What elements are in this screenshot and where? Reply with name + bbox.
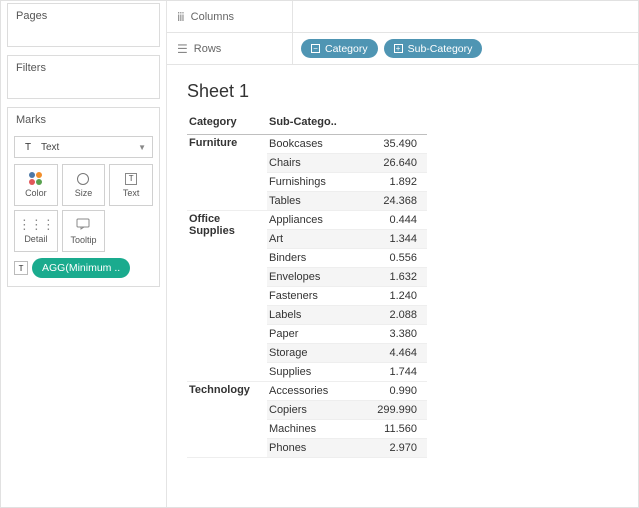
agg-pill[interactable]: AGG(Minimum ..	[32, 258, 130, 278]
columns-icon: ⅲ	[177, 10, 185, 24]
size-button[interactable]: Size	[62, 164, 106, 206]
marks-panel: Marks T Text ▼ Color Size	[7, 107, 160, 287]
sheet-title[interactable]: Sheet 1	[187, 81, 618, 102]
columns-dropzone[interactable]	[293, 1, 638, 32]
table-row[interactable]: TechnologyAccessories0.990	[187, 382, 427, 401]
cell-value[interactable]: 26.640	[367, 154, 427, 173]
rows-shelf[interactable]: ☰ Rows − Category + Sub-Category	[167, 33, 638, 65]
cell-subcategory[interactable]: Fasteners	[267, 287, 367, 306]
columns-label: Columns	[191, 11, 234, 23]
columns-shelf[interactable]: ⅲ Columns	[167, 1, 638, 33]
main-area: ⅲ Columns ☰ Rows − Category + Sub-Catego…	[167, 1, 638, 507]
cell-value[interactable]: 4.464	[367, 344, 427, 363]
detail-icon: ⋮⋮⋮	[18, 218, 54, 231]
cell-subcategory[interactable]: Labels	[267, 306, 367, 325]
cell-value[interactable]: 1.744	[367, 363, 427, 382]
cell-subcategory[interactable]: Machines	[267, 420, 367, 439]
cell-category[interactable]: Technology	[187, 382, 267, 458]
cell-subcategory[interactable]: Furnishings	[267, 173, 367, 192]
rows-icon: ☰	[177, 42, 188, 56]
row-pill-category-label: Category	[325, 43, 368, 55]
cell-subcategory[interactable]: Envelopes	[267, 268, 367, 287]
cell-value[interactable]: 11.560	[367, 420, 427, 439]
row-pill-subcategory-label: Sub-Category	[408, 43, 473, 55]
text-label: Text	[123, 188, 140, 198]
table-row[interactable]: FurnitureBookcases35.490	[187, 135, 427, 154]
row-pill-category[interactable]: − Category	[301, 39, 378, 58]
table-row[interactable]: OfficeSuppliesAppliances0.444	[187, 211, 427, 230]
cell-subcategory[interactable]: Paper	[267, 325, 367, 344]
agg-pill-label: AGG(Minimum ..	[42, 262, 120, 274]
cell-value[interactable]: 1.632	[367, 268, 427, 287]
tooltip-button[interactable]: Tooltip	[62, 210, 106, 252]
cell-value[interactable]: 2.088	[367, 306, 427, 325]
tooltip-label: Tooltip	[70, 235, 96, 245]
mark-type-select[interactable]: T Text ▼	[14, 136, 153, 158]
filters-panel[interactable]: Filters	[7, 55, 160, 99]
header-category[interactable]: Category	[187, 114, 267, 135]
cell-subcategory[interactable]: Art	[267, 230, 367, 249]
size-circle-icon	[77, 173, 89, 185]
color-label: Color	[25, 188, 47, 198]
text-box-icon: T	[125, 173, 137, 185]
minus-box-icon: −	[311, 44, 320, 53]
cell-category[interactable]: Furniture	[187, 135, 267, 211]
cell-value[interactable]: 24.368	[367, 192, 427, 211]
cell-value[interactable]: 0.444	[367, 211, 427, 230]
cell-subcategory[interactable]: Tables	[267, 192, 367, 211]
color-button[interactable]: Color	[14, 164, 58, 206]
cell-value[interactable]: 299.990	[367, 401, 427, 420]
header-subcategory[interactable]: Sub-Catego..	[267, 114, 367, 135]
size-label: Size	[75, 188, 93, 198]
plus-box-icon: +	[394, 44, 403, 53]
pages-label: Pages	[8, 4, 159, 46]
pages-panel[interactable]: Pages	[7, 3, 160, 47]
cell-subcategory[interactable]: Copiers	[267, 401, 367, 420]
cell-category[interactable]: OfficeSupplies	[187, 211, 267, 382]
cell-value[interactable]: 1.892	[367, 173, 427, 192]
cell-subcategory[interactable]: Appliances	[267, 211, 367, 230]
sheet-view: Sheet 1 Category Sub-Catego.. FurnitureB…	[167, 65, 638, 507]
cell-value[interactable]: 3.380	[367, 325, 427, 344]
color-dots-icon	[29, 172, 42, 185]
cell-subcategory[interactable]: Binders	[267, 249, 367, 268]
cell-value[interactable]: 1.344	[367, 230, 427, 249]
text-button[interactable]: T Text	[109, 164, 153, 206]
cell-value[interactable]: 0.990	[367, 382, 427, 401]
cell-value[interactable]: 35.490	[367, 135, 427, 154]
text-type-icon: T	[21, 142, 35, 153]
marks-label: Marks	[8, 108, 159, 132]
cell-subcategory[interactable]: Supplies	[267, 363, 367, 382]
detail-label: Detail	[24, 234, 47, 244]
row-pill-subcategory[interactable]: + Sub-Category	[384, 39, 483, 58]
tooltip-icon	[76, 218, 90, 232]
rows-dropzone[interactable]: − Category + Sub-Category	[293, 33, 638, 64]
cell-value[interactable]: 2.970	[367, 439, 427, 458]
detail-button[interactable]: ⋮⋮⋮ Detail	[14, 210, 58, 252]
cell-value[interactable]: 0.556	[367, 249, 427, 268]
data-table: Category Sub-Catego.. FurnitureBookcases…	[187, 114, 427, 458]
mark-type-label: Text	[41, 142, 59, 153]
filters-label: Filters	[8, 56, 159, 98]
cell-subcategory[interactable]: Accessories	[267, 382, 367, 401]
chevron-down-icon: ▼	[138, 143, 146, 152]
header-value	[367, 114, 427, 135]
cell-subcategory[interactable]: Bookcases	[267, 135, 367, 154]
cell-subcategory[interactable]: Storage	[267, 344, 367, 363]
side-panel: Pages Filters Marks T Text ▼ Color	[1, 1, 167, 507]
cell-subcategory[interactable]: Chairs	[267, 154, 367, 173]
cell-subcategory[interactable]: Phones	[267, 439, 367, 458]
rows-label: Rows	[194, 43, 222, 55]
text-mark-icon: T	[14, 261, 28, 275]
cell-value[interactable]: 1.240	[367, 287, 427, 306]
